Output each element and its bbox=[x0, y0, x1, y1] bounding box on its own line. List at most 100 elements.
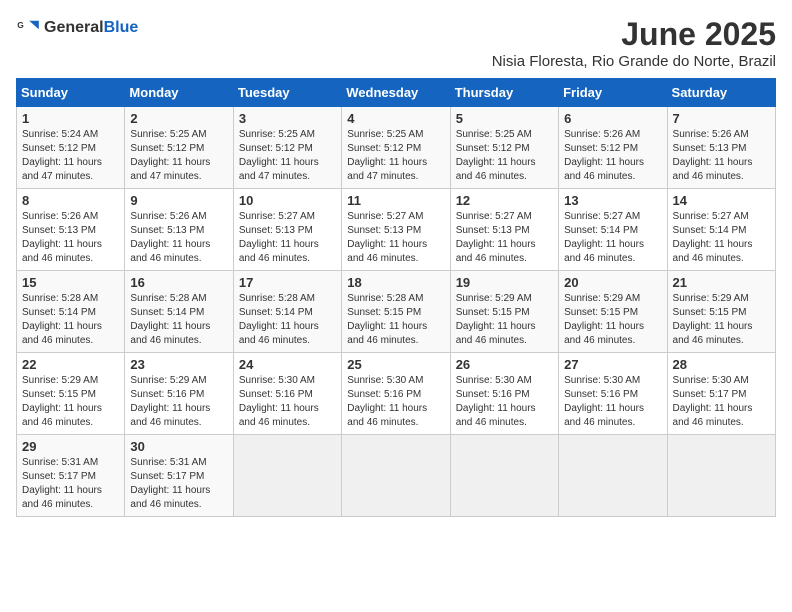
table-row: 2 Sunrise: 5:25 AM Sunset: 5:12 PM Daylig… bbox=[125, 107, 233, 189]
day-info: Sunrise: 5:26 AM Sunset: 5:12 PM Dayligh… bbox=[564, 128, 661, 184]
day-number: 4 bbox=[347, 111, 444, 126]
day-info: Sunrise: 5:29 AM Sunset: 5:16 PM Dayligh… bbox=[130, 374, 227, 430]
day-info: Sunrise: 5:30 AM Sunset: 5:16 PM Dayligh… bbox=[347, 374, 444, 430]
table-row: 11 Sunrise: 5:27 AM Sunset: 5:13 PM Dayli… bbox=[342, 189, 450, 271]
day-info: Sunrise: 5:28 AM Sunset: 5:14 PM Dayligh… bbox=[130, 292, 227, 348]
day-number: 3 bbox=[239, 111, 336, 126]
day-info: Sunrise: 5:27 AM Sunset: 5:13 PM Dayligh… bbox=[347, 210, 444, 266]
table-row: 3 Sunrise: 5:25 AM Sunset: 5:12 PM Daylig… bbox=[233, 107, 341, 189]
calendar-title: June 2025 bbox=[492, 16, 776, 53]
day-number: 16 bbox=[130, 275, 227, 290]
day-info: Sunrise: 5:25 AM Sunset: 5:12 PM Dayligh… bbox=[347, 128, 444, 184]
table-row: 12 Sunrise: 5:27 AM Sunset: 5:13 PM Dayli… bbox=[450, 189, 558, 271]
calendar-week-row: 22 Sunrise: 5:29 AM Sunset: 5:15 PM Dayli… bbox=[17, 353, 776, 435]
calendar-table: Sunday Monday Tuesday Wednesday Thursday… bbox=[16, 78, 776, 517]
calendar-week-row: 1 Sunrise: 5:24 AM Sunset: 5:12 PM Daylig… bbox=[17, 107, 776, 189]
day-number: 8 bbox=[22, 193, 119, 208]
table-row: 19Sunrise: 5:29 AM Sunset: 5:15 PM Dayli… bbox=[450, 271, 558, 353]
day-number: 7 bbox=[673, 111, 770, 126]
col-sunday: Sunday bbox=[17, 79, 125, 107]
table-row: 13 Sunrise: 5:27 AM Sunset: 5:14 PM Dayli… bbox=[559, 189, 667, 271]
col-monday: Monday bbox=[125, 79, 233, 107]
table-row: 25 Sunrise: 5:30 AM Sunset: 5:16 PM Dayli… bbox=[342, 353, 450, 435]
day-info: Sunrise: 5:25 AM Sunset: 5:12 PM Dayligh… bbox=[130, 128, 227, 184]
day-number: 5 bbox=[456, 111, 553, 126]
page-header: G GeneralBlue June 2025 Nisia Floresta, … bbox=[16, 16, 776, 70]
day-info: Sunrise: 5:28 AM Sunset: 5:15 PM Dayligh… bbox=[347, 292, 444, 348]
col-friday: Friday bbox=[559, 79, 667, 107]
day-number: 22 bbox=[22, 357, 119, 372]
calendar-subtitle: Nisia Floresta, Rio Grande do Norte, Bra… bbox=[492, 53, 776, 70]
day-info: Sunrise: 5:30 AM Sunset: 5:16 PM Dayligh… bbox=[239, 374, 336, 430]
table-row: 21 Sunrise: 5:29 AM Sunset: 5:15 PM Dayli… bbox=[667, 271, 775, 353]
day-number: 29 bbox=[22, 439, 119, 454]
logo-blue: Blue bbox=[104, 19, 139, 36]
day-number: 10 bbox=[239, 193, 336, 208]
day-number: 27 bbox=[564, 357, 661, 372]
table-row: 26Sunrise: 5:30 AM Sunset: 5:16 PM Dayli… bbox=[450, 353, 558, 435]
day-info: Sunrise: 5:30 AM Sunset: 5:16 PM Dayligh… bbox=[456, 374, 553, 430]
table-row: 5 Sunrise: 5:25 AM Sunset: 5:12 PM Daylig… bbox=[450, 107, 558, 189]
day-number: 12 bbox=[456, 193, 553, 208]
day-info: Sunrise: 5:25 AM Sunset: 5:12 PM Dayligh… bbox=[456, 128, 553, 184]
table-row: 14 Sunrise: 5:27 AM Sunset: 5:14 PM Dayli… bbox=[667, 189, 775, 271]
day-info: Sunrise: 5:27 AM Sunset: 5:14 PM Dayligh… bbox=[673, 210, 770, 266]
day-info: Sunrise: 5:27 AM Sunset: 5:14 PM Dayligh… bbox=[564, 210, 661, 266]
day-info: Sunrise: 5:27 AM Sunset: 5:13 PM Dayligh… bbox=[456, 210, 553, 266]
logo: G GeneralBlue bbox=[16, 16, 138, 40]
table-row: 23Sunrise: 5:29 AM Sunset: 5:16 PM Dayli… bbox=[125, 353, 233, 435]
day-info: Sunrise: 5:29 AM Sunset: 5:15 PM Dayligh… bbox=[456, 292, 553, 348]
day-info: Sunrise: 5:24 AM Sunset: 5:12 PM Dayligh… bbox=[22, 128, 119, 184]
table-row bbox=[559, 435, 667, 517]
calendar-week-row: 8 Sunrise: 5:26 AM Sunset: 5:13 PM Daylig… bbox=[17, 189, 776, 271]
col-wednesday: Wednesday bbox=[342, 79, 450, 107]
table-row: 6 Sunrise: 5:26 AM Sunset: 5:12 PM Daylig… bbox=[559, 107, 667, 189]
day-number: 15 bbox=[22, 275, 119, 290]
day-number: 11 bbox=[347, 193, 444, 208]
day-info: Sunrise: 5:26 AM Sunset: 5:13 PM Dayligh… bbox=[130, 210, 227, 266]
table-row bbox=[342, 435, 450, 517]
day-info: Sunrise: 5:29 AM Sunset: 5:15 PM Dayligh… bbox=[673, 292, 770, 348]
table-row: 17Sunrise: 5:28 AM Sunset: 5:14 PM Dayli… bbox=[233, 271, 341, 353]
day-number: 28 bbox=[673, 357, 770, 372]
table-row: 7 Sunrise: 5:26 AM Sunset: 5:13 PM Daylig… bbox=[667, 107, 775, 189]
calendar-week-row: 15 Sunrise: 5:28 AM Sunset: 5:14 PM Dayli… bbox=[17, 271, 776, 353]
table-row: 28 Sunrise: 5:30 AM Sunset: 5:17 PM Dayli… bbox=[667, 353, 775, 435]
calendar-week-row: 29 Sunrise: 5:31 AM Sunset: 5:17 PM Dayli… bbox=[17, 435, 776, 517]
col-tuesday: Tuesday bbox=[233, 79, 341, 107]
day-number: 9 bbox=[130, 193, 227, 208]
day-info: Sunrise: 5:25 AM Sunset: 5:12 PM Dayligh… bbox=[239, 128, 336, 184]
table-row: 30 Sunrise: 5:31 AM Sunset: 5:17 PM Dayli… bbox=[125, 435, 233, 517]
logo-general: General bbox=[44, 19, 104, 36]
day-number: 14 bbox=[673, 193, 770, 208]
day-info: Sunrise: 5:27 AM Sunset: 5:13 PM Dayligh… bbox=[239, 210, 336, 266]
table-row bbox=[450, 435, 558, 517]
svg-text:G: G bbox=[17, 20, 24, 30]
table-row bbox=[667, 435, 775, 517]
day-info: Sunrise: 5:29 AM Sunset: 5:15 PM Dayligh… bbox=[564, 292, 661, 348]
table-row: 22 Sunrise: 5:29 AM Sunset: 5:15 PM Dayli… bbox=[17, 353, 125, 435]
day-number: 30 bbox=[130, 439, 227, 454]
title-area: June 2025 Nisia Floresta, Rio Grande do … bbox=[492, 16, 776, 70]
day-info: Sunrise: 5:26 AM Sunset: 5:13 PM Dayligh… bbox=[673, 128, 770, 184]
day-number: 2 bbox=[130, 111, 227, 126]
day-number: 25 bbox=[347, 357, 444, 372]
table-row: 8Sunrise: 5:26 AM Sunset: 5:13 PM Daylig… bbox=[17, 189, 125, 271]
day-info: Sunrise: 5:31 AM Sunset: 5:17 PM Dayligh… bbox=[130, 456, 227, 512]
col-thursday: Thursday bbox=[450, 79, 558, 107]
day-number: 1 bbox=[22, 111, 119, 126]
day-info: Sunrise: 5:29 AM Sunset: 5:15 PM Dayligh… bbox=[22, 374, 119, 430]
day-info: Sunrise: 5:30 AM Sunset: 5:17 PM Dayligh… bbox=[673, 374, 770, 430]
table-row: 20 Sunrise: 5:29 AM Sunset: 5:15 PM Dayli… bbox=[559, 271, 667, 353]
day-number: 24 bbox=[239, 357, 336, 372]
day-number: 17 bbox=[239, 275, 336, 290]
day-number: 21 bbox=[673, 275, 770, 290]
table-row: 15Sunrise: 5:28 AM Sunset: 5:14 PM Dayli… bbox=[17, 271, 125, 353]
day-number: 6 bbox=[564, 111, 661, 126]
calendar-header-row: Sunday Monday Tuesday Wednesday Thursday… bbox=[17, 79, 776, 107]
day-number: 20 bbox=[564, 275, 661, 290]
table-row: 18Sunrise: 5:28 AM Sunset: 5:15 PM Dayli… bbox=[342, 271, 450, 353]
table-row: 16 Sunrise: 5:28 AM Sunset: 5:14 PM Dayli… bbox=[125, 271, 233, 353]
day-number: 13 bbox=[564, 193, 661, 208]
table-row: 9 Sunrise: 5:26 AM Sunset: 5:13 PM Daylig… bbox=[125, 189, 233, 271]
